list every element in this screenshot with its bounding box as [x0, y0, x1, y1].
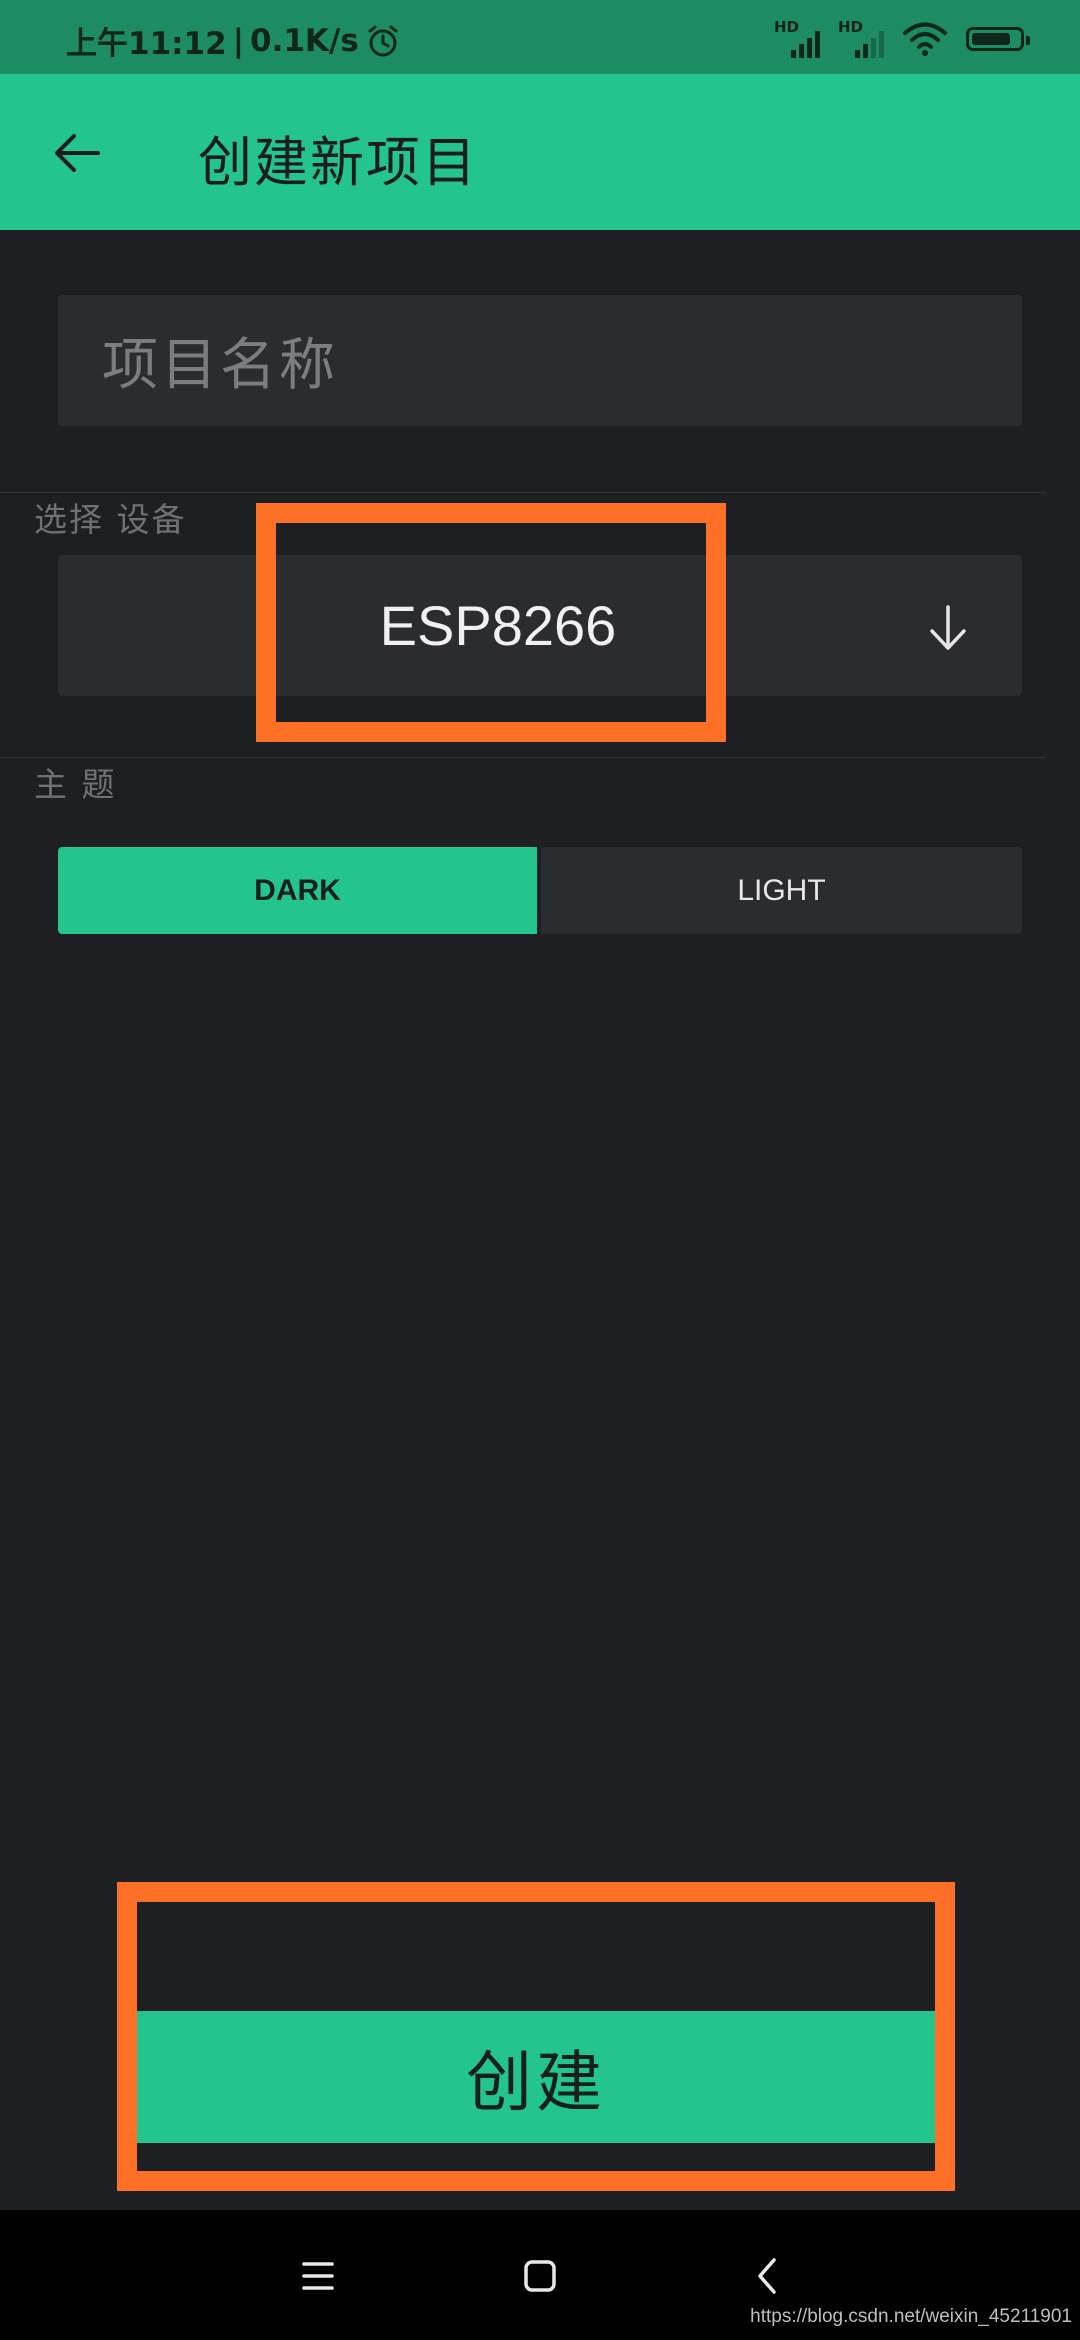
theme-light-option[interactable]: LIGHT [541, 847, 1022, 934]
signal-sim1-icon: HD [774, 20, 820, 58]
project-name-placeholder: 项目名称 [102, 333, 338, 398]
alarm-clock-icon [368, 25, 398, 56]
status-separator: | [232, 22, 245, 59]
page-title: 创建新项目 [198, 131, 478, 194]
battery-icon [966, 27, 1030, 51]
status-right: HD HD [774, 20, 1030, 58]
status-left: 上午11:12 | 0.1K/s [66, 18, 401, 63]
theme-dark-option[interactable]: DARK [58, 847, 537, 934]
highlight-box-device [256, 503, 726, 742]
status-time: 上午11:12 [66, 26, 227, 62]
app-bar: 创建新项目 [0, 74, 1080, 230]
arrow-down-icon [930, 605, 966, 650]
highlight-box-create [117, 1882, 955, 2191]
theme-section-label: 主 题 [34, 765, 117, 804]
signal-sim2-icon: HD [838, 20, 884, 58]
back-chevron-icon[interactable] [746, 2254, 790, 2298]
watermark: https://blog.csdn.net/weixin_45211901 [750, 2306, 1072, 2327]
status-bar: 上午11:12 | 0.1K/s HD HD [0, 0, 1080, 74]
device-section-label: 选择 设备 [34, 500, 187, 539]
wifi-icon [903, 22, 947, 56]
status-net-speed: 0.1K/s [250, 22, 359, 59]
divider [0, 757, 1046, 758]
menu-icon[interactable] [296, 2254, 340, 2298]
home-square-icon[interactable] [518, 2254, 562, 2298]
project-name-input[interactable]: 项目名称 [58, 295, 1022, 426]
arrow-left-icon[interactable] [48, 122, 110, 184]
